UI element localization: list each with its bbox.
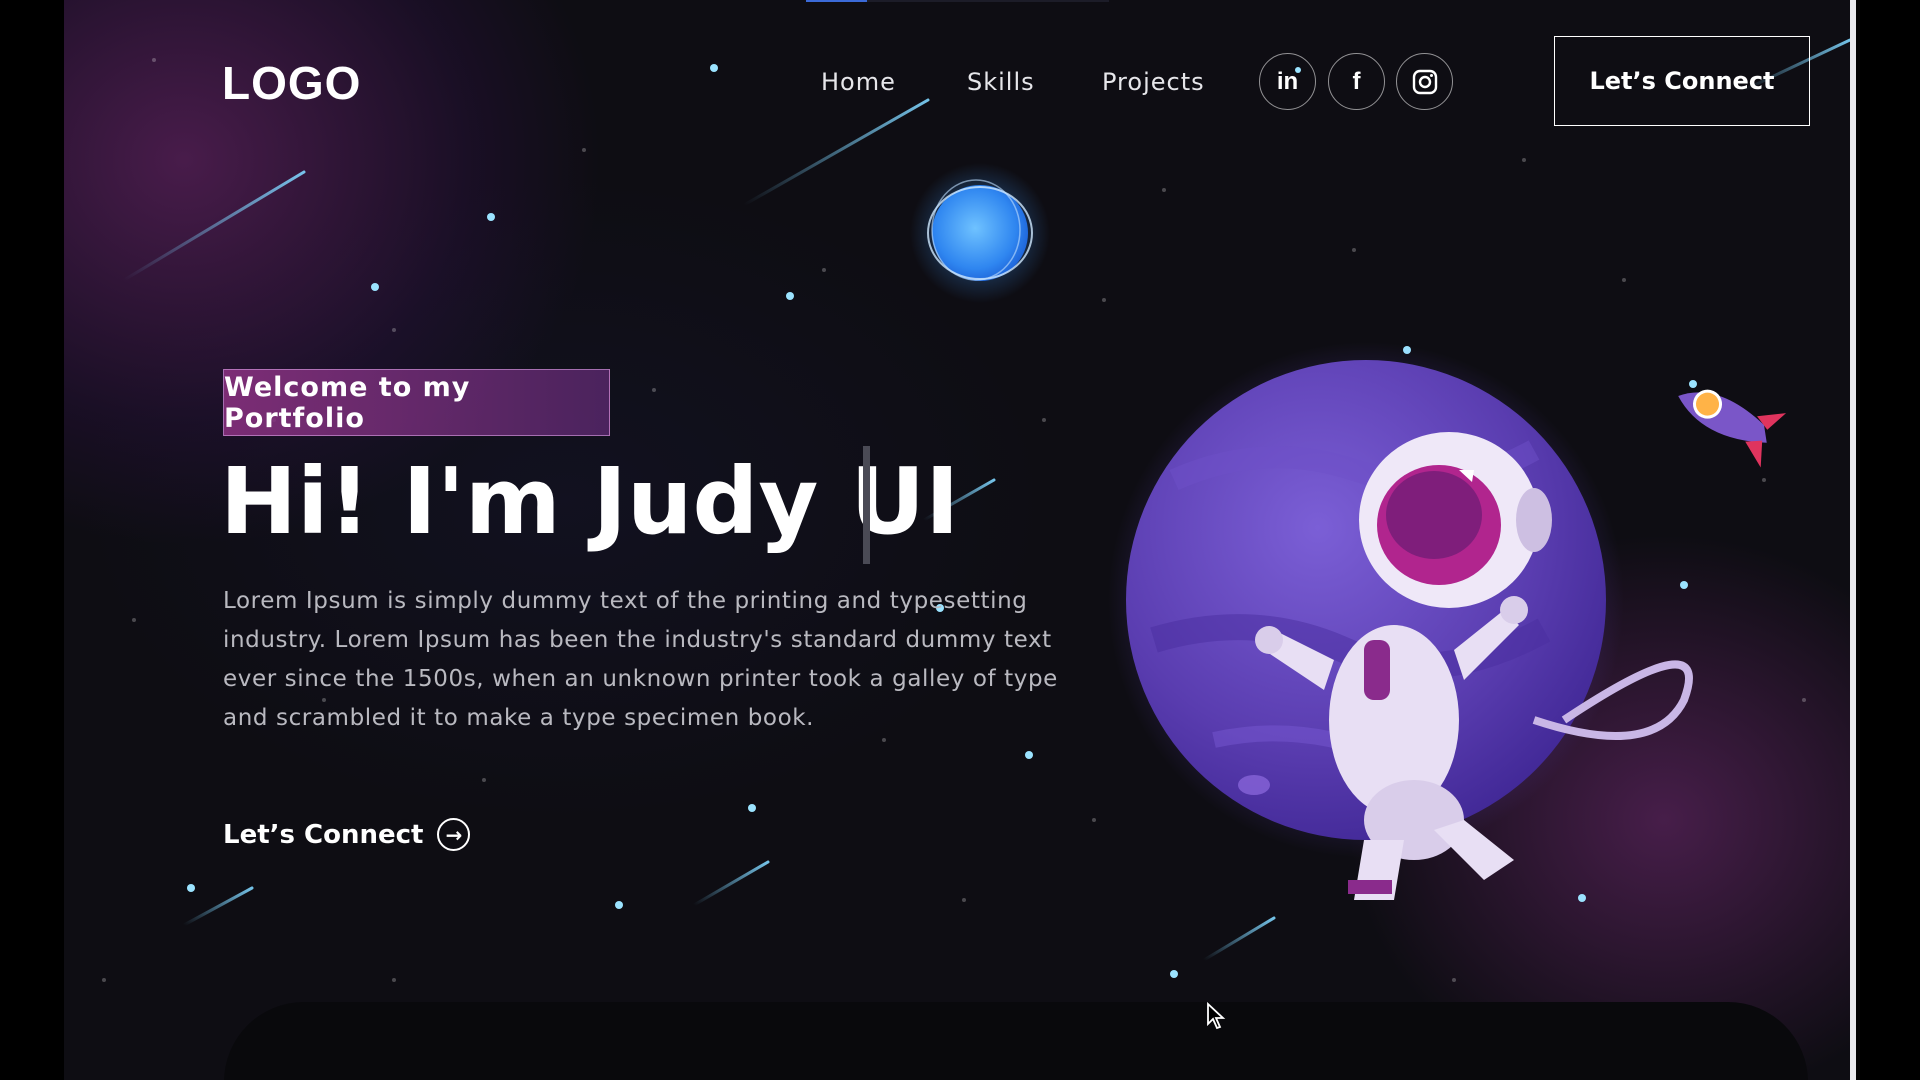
scrollbar[interactable] [1850, 0, 1856, 1080]
facebook-button[interactable]: f [1328, 53, 1385, 110]
lets-connect-label: Let’s Connect [223, 819, 424, 850]
linkedin-button[interactable]: in [1259, 53, 1316, 110]
hero-title: Hi! I'm Judy UI [220, 448, 960, 555]
nav-link-projects[interactable]: Projects [1102, 68, 1205, 96]
bottom-section-edge [224, 1002, 1808, 1080]
lets-connect-button[interactable]: Let’s Connect [1554, 36, 1810, 126]
logo[interactable]: LOGO [222, 56, 361, 110]
arrow-right-icon: → [437, 818, 471, 851]
blue-planet [910, 163, 1050, 303]
mouse-cursor-icon [1207, 1002, 1226, 1030]
linkedin-icon: in [1276, 67, 1299, 95]
typing-caret [863, 446, 870, 564]
lets-connect-link[interactable]: Let’s Connect → [223, 818, 471, 851]
hero-description: Lorem Ipsum is simply dummy text of the … [223, 588, 1058, 731]
tagline-badge: Welcome to my Portfolio [223, 369, 610, 436]
rocket-illustration [1678, 389, 1787, 468]
page-load-progress [806, 0, 1109, 2]
facebook-icon: f [1352, 67, 1361, 95]
nav-link-home[interactable]: Home [821, 68, 896, 96]
nav-link-skills[interactable]: Skills [967, 68, 1035, 96]
instagram-button[interactable] [1396, 53, 1453, 110]
portfolio-page: LOGO Home Skills Projects in f Let’s Con… [64, 0, 1850, 1080]
instagram-icon [1412, 69, 1437, 94]
